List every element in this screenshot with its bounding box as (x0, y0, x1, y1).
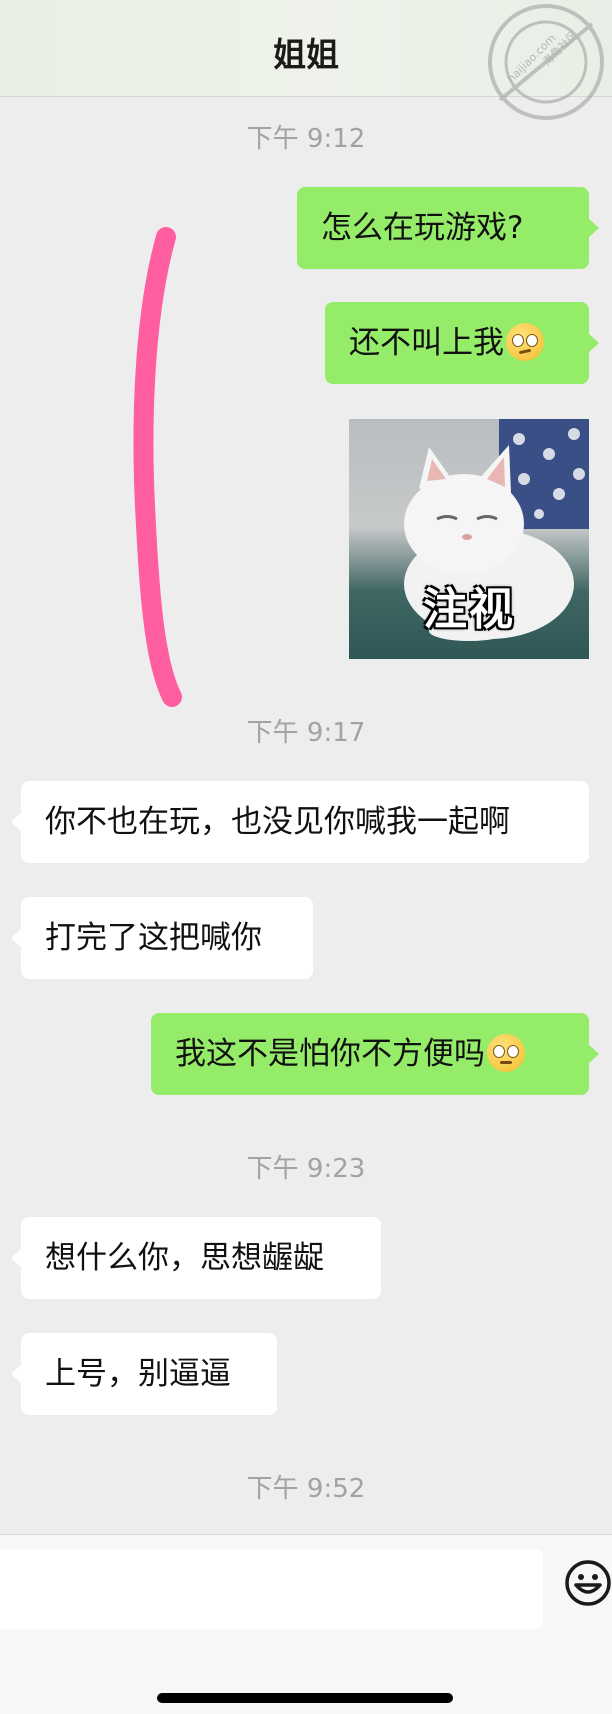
timestamp: 下午 9:12 (246, 124, 366, 154)
message-bubble-received[interactable]: 你不也在玩，也没见你喊我一起啊 (11, 781, 589, 863)
sticker-caption: 注视 (423, 584, 515, 635)
annotation-stroke (133, 227, 182, 707)
message-bubble-sent[interactable]: 还不叫上我 (325, 302, 599, 384)
watermark-logo: 海角社区 haijiao.com (480, 0, 612, 125)
message-text: 你不也在玩，也没见你喊我一起啊 (45, 804, 510, 840)
sticker-image[interactable]: 注视 (349, 419, 589, 659)
message-bubble-received[interactable]: 打完了这把喊你 (11, 897, 313, 979)
message-bubble-sent[interactable]: 怎么在玩游戏? (297, 187, 599, 269)
timestamp: 下午 9:52 (246, 1474, 366, 1504)
message-text: 怎么在玩游戏? (321, 210, 524, 246)
message-text: 我这不是怕你不方便吗 (175, 1036, 485, 1072)
message-text: 打完了这把喊你 (45, 920, 262, 956)
message-bubble-received[interactable]: 想什么你，思想龌龊 (11, 1217, 381, 1299)
pleading-face-emoji (487, 1033, 525, 1072)
message-text: 上号，别逼逼 (45, 1356, 231, 1392)
message-bubble-sent[interactable]: 我这不是怕你不方便吗 (151, 1013, 599, 1095)
message-input[interactable] (0, 1549, 543, 1629)
woozy-face-emoji (506, 322, 544, 361)
input-bar (0, 1534, 612, 1714)
message-text: 想什么你，思想龌龊 (45, 1240, 324, 1276)
message-text: 还不叫上我 (349, 325, 504, 361)
home-indicator[interactable] (157, 1693, 453, 1703)
chat-header: 姐姐 海角社区 haijiao.com (0, 0, 612, 120)
timestamp: 下午 9:17 (246, 718, 366, 748)
smiley-icon (565, 1560, 611, 1606)
emoji-button[interactable] (563, 1558, 612, 1608)
message-bubble-received[interactable]: 上号，别逼逼 (11, 1333, 277, 1415)
timestamp: 下午 9:23 (246, 1154, 366, 1184)
